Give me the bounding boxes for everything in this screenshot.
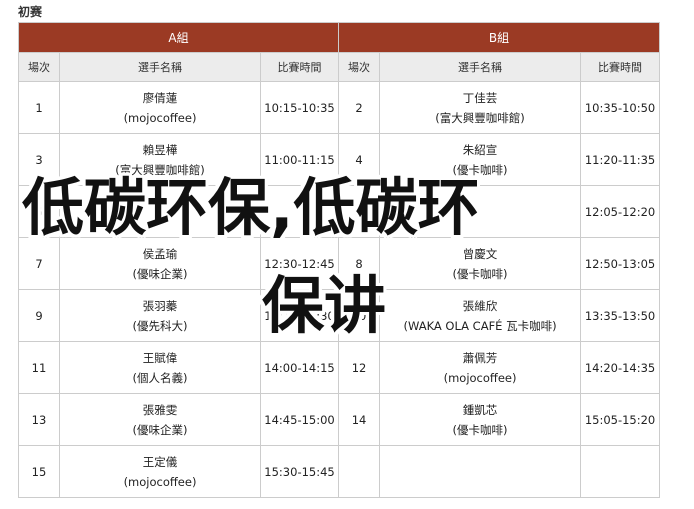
player-name: 朱紹宣	[462, 142, 498, 157]
player-name: 張雅雯	[142, 402, 178, 417]
player-cell: 曾慶文 (優卡咖啡)	[379, 237, 582, 290]
group-header-row: A組 B組	[17, 22, 661, 53]
time-cell: 11:20-11:35	[580, 133, 661, 186]
player-cell: 廖倩蓮 (mojocoffee)	[59, 81, 261, 134]
time-cell: 14:20-14:35	[580, 341, 661, 394]
player-team: (mojocoffee)	[443, 370, 517, 385]
player-cell: 張維欣 (WAKA OLA CAFÉ 瓦卡咖啡)	[379, 289, 582, 342]
player-name: 王定儀	[142, 454, 178, 469]
group-a-header: A組	[17, 22, 340, 53]
column-header-row: 場次 選手名稱 比賽時間 場次 選手名稱 比賽時間	[18, 52, 661, 82]
player-name: 蕭佩芳	[462, 350, 498, 365]
time-column-header: 比賽時間	[259, 52, 340, 82]
slot-cell: 6	[338, 185, 381, 238]
table-row: 7 侯孟瑜 (優味企業) 12:30-12:45 8 曾慶文 (優卡咖啡) 12:5…	[18, 237, 661, 290]
player-name: 丁佳芸	[462, 90, 498, 105]
player-team: (富大興豐咖啡館)	[115, 162, 205, 177]
player-column-header: 選手名稱	[59, 52, 261, 82]
slot-cell: 1	[18, 81, 60, 134]
player-team: (mojocoffee)	[123, 474, 197, 489]
time-cell: 11:00-11:15	[259, 133, 340, 186]
player-cell: 鍾凱芯 (優卡咖啡)	[379, 393, 582, 446]
slot-cell	[338, 445, 381, 498]
table-row: 13 張雅雯 (優味企業) 14:45-15:00 14 鍾凱芯 (優卡咖啡) 15…	[18, 393, 661, 446]
schedule-table: A組 B組 場次 選手名稱 比賽時間 場次 選手名稱 比賽時間 1 廖倩蓮 (mo…	[17, 22, 661, 498]
player-cell: 王賦偉 (個人名義)	[59, 341, 261, 394]
player-name: 侯孟瑜	[142, 246, 178, 261]
time-cell: 10:15-10:35	[259, 81, 340, 134]
slot-cell: 2	[338, 81, 381, 134]
slot-column-header: 場次	[338, 52, 381, 82]
section-title: 初赛	[18, 5, 43, 19]
time-column-header: 比賽時間	[580, 52, 661, 82]
time-cell	[580, 445, 661, 498]
slot-cell: 12	[338, 341, 381, 394]
player-team: (WAKA OLA CAFÉ 瓦卡咖啡)	[403, 318, 557, 333]
table-row: 3 賴昱樺 (富大興豐咖啡館) 11:00-11:15 4 朱紹宣 (優卡咖啡) 1…	[18, 133, 661, 186]
player-cell: 王定儀 (mojocoffee)	[59, 445, 261, 498]
time-cell: 13:35-13:50	[580, 289, 661, 342]
player-name: 廖倩蓮	[142, 90, 178, 105]
table-row: 5 6 12:05-12:20	[18, 185, 661, 238]
group-b-header: B組	[338, 22, 661, 53]
table-row: 1 廖倩蓮 (mojocoffee) 10:15-10:35 2 丁佳芸 (富大興豐…	[18, 81, 661, 134]
player-name: 鍾凱芯	[462, 402, 498, 417]
table-row: 15 王定儀 (mojocoffee) 15:30-15:45	[18, 445, 661, 498]
slot-cell: 4	[338, 133, 381, 186]
player-cell: 侯孟瑜 (優味企業)	[59, 237, 261, 290]
slot-cell: 14	[338, 393, 381, 446]
player-cell: 蕭佩芳 (mojocoffee)	[379, 341, 582, 394]
player-name: 張維欣	[462, 298, 498, 313]
table-row: 11 王賦偉 (個人名義) 14:00-14:15 12 蕭佩芳 (mojocoff…	[18, 341, 661, 394]
slot-cell: 11	[18, 341, 60, 394]
time-cell: 14:00-14:15	[259, 341, 340, 394]
slot-cell: 7	[18, 237, 60, 290]
player-team: (富大興豐咖啡館)	[435, 110, 525, 125]
table-row: 9 張羽蓁 (優先科大) 13:15-13:30 10 張維欣 (WAKA OLA …	[18, 289, 661, 342]
player-cell	[59, 185, 261, 238]
player-name: 賴昱樺	[142, 142, 178, 157]
player-team: (mojocoffee)	[123, 110, 197, 125]
time-cell: 14:45-15:00	[259, 393, 340, 446]
player-cell	[379, 445, 582, 498]
player-cell: 張雅雯 (優味企業)	[59, 393, 261, 446]
time-cell: 12:50-13:05	[580, 237, 661, 290]
player-cell	[379, 185, 582, 238]
slot-cell: 5	[18, 185, 60, 238]
player-team: (優卡咖啡)	[452, 422, 508, 437]
slot-cell: 8	[338, 237, 381, 290]
player-cell: 張羽蓁 (優先科大)	[59, 289, 261, 342]
player-team: (個人名義)	[132, 370, 188, 385]
time-cell: 12:05-12:20	[580, 185, 661, 238]
player-name: 張羽蓁	[142, 298, 178, 313]
slot-column-header: 場次	[18, 52, 60, 82]
slot-cell: 13	[18, 393, 60, 446]
player-name: 曾慶文	[462, 246, 498, 261]
player-column-header: 選手名稱	[379, 52, 582, 82]
player-name: 王賦偉	[142, 350, 178, 365]
slot-cell: 15	[18, 445, 60, 498]
player-cell: 賴昱樺 (富大興豐咖啡館)	[59, 133, 261, 186]
time-cell	[259, 185, 340, 238]
player-cell: 丁佳芸 (富大興豐咖啡館)	[379, 81, 582, 134]
slot-cell: 10	[338, 289, 381, 342]
player-team: (優卡咖啡)	[452, 162, 508, 177]
player-team: (優卡咖啡)	[452, 266, 508, 281]
player-team: (優味企業)	[132, 422, 188, 437]
player-team: (優味企業)	[132, 266, 188, 281]
player-cell: 朱紹宣 (優卡咖啡)	[379, 133, 582, 186]
time-cell: 10:35-10:50	[580, 81, 661, 134]
time-cell: 12:30-12:45	[259, 237, 340, 290]
slot-cell: 3	[18, 133, 60, 186]
slot-cell: 9	[18, 289, 60, 342]
time-cell: 13:15-13:30	[259, 289, 340, 342]
time-cell: 15:30-15:45	[259, 445, 340, 498]
time-cell: 15:05-15:20	[580, 393, 661, 446]
player-team: (優先科大)	[132, 318, 188, 333]
